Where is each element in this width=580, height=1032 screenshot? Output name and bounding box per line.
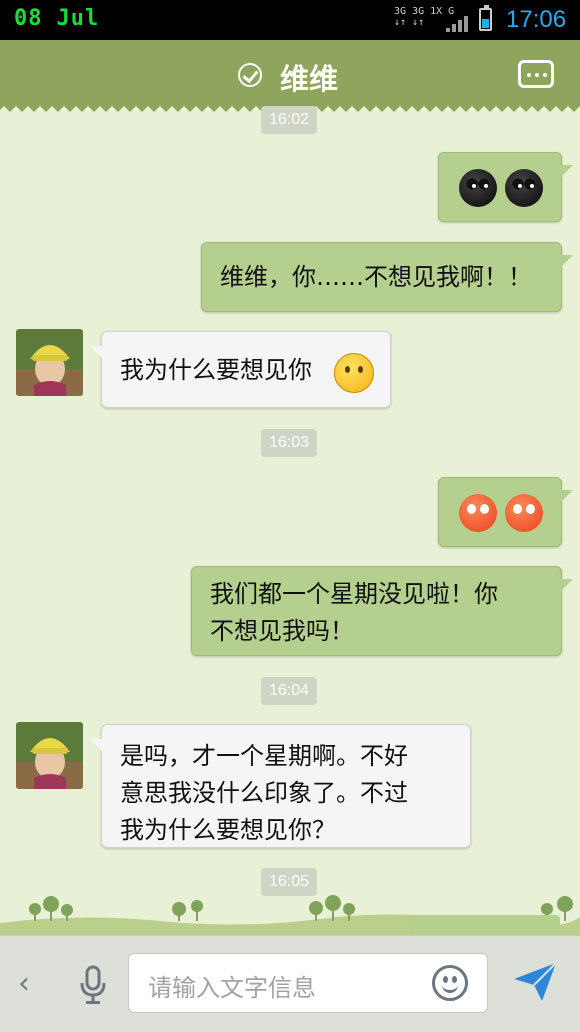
worried-face-icon [334, 353, 374, 393]
angry-face-icon [505, 494, 543, 532]
signal-icon [446, 16, 468, 32]
battery-icon [479, 5, 492, 31]
send-icon[interactable] [512, 961, 558, 1003]
incoming-message-bubble[interactable]: 是吗，才一个星期啊。不好 意思我没什么印象了。不过 我为什么要想见你？ [90, 724, 471, 848]
message-text: 维维，你……不想见我啊！！ [220, 263, 532, 291]
angry-face-icon [459, 494, 497, 532]
scenery-decoration [0, 895, 580, 940]
microphone-icon[interactable] [78, 965, 108, 1005]
contact-avatar[interactable] [16, 722, 83, 789]
chevron-left-icon[interactable]: ‹ [18, 966, 30, 1001]
status-time: 17:06 [506, 6, 567, 33]
message-text-line: 意思我没什么印象了。不过 [120, 779, 408, 807]
outgoing-message-bubble[interactable]: 维维，你……不想见我啊！！ [201, 242, 573, 312]
message-text: 我为什么要想见你 [120, 356, 312, 384]
message-text-line: 不想见我吗！ [210, 617, 354, 645]
message-input-placeholder: 请输入文字信息 [148, 974, 316, 1002]
timestamp: 16:04 [261, 677, 318, 705]
status-month: Jul [56, 6, 100, 31]
timestamp: 16:05 [261, 868, 318, 896]
verified-check-icon [238, 63, 262, 87]
outgoing-message-bubble[interactable]: 我们都一个星期没见啦！你 不想见我吗！ [191, 566, 573, 656]
chat-title: 维维 [280, 62, 339, 96]
emoji-picker-icon[interactable] [432, 965, 468, 1001]
contact-avatar[interactable] [16, 329, 83, 396]
message-text-line: 我们都一个星期没见啦！你 [210, 580, 498, 608]
incoming-message-bubble[interactable]: 我为什么要想见你 [90, 331, 391, 408]
status-day: 08 [14, 6, 43, 31]
crying-face-icon [459, 169, 497, 207]
outgoing-emoji-bubble[interactable] [438, 152, 573, 222]
message-text-line: 我为什么要想见你？ [120, 816, 336, 844]
message-text-line: 是吗，才一个星期啊。不好 [120, 742, 408, 770]
timestamp: 16:02 [261, 106, 318, 134]
status-bar: 08 Jul 3G 3G 1X G ↓↑ ↓↑ 17:06 [0, 0, 580, 40]
outgoing-emoji-bubble[interactable] [438, 477, 573, 547]
more-options-button[interactable] [518, 60, 554, 88]
timestamp: 16:03 [261, 429, 318, 457]
crying-face-icon [505, 169, 543, 207]
status-date: 08 Jul [14, 6, 113, 31]
